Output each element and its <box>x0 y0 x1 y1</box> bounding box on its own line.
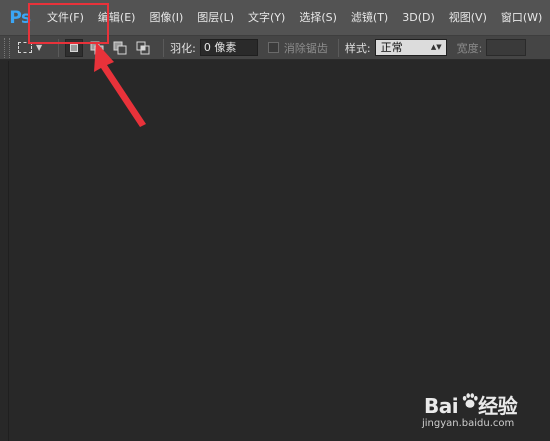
feather-input[interactable]: 0 像素 <box>199 39 258 56</box>
width-label: 宽度: <box>456 41 483 55</box>
menu-window[interactable]: 窗口(W) <box>494 0 549 36</box>
new-selection-icon <box>70 43 79 52</box>
watermark-url: jingyan.baidu.com <box>422 418 515 429</box>
menu-select[interactable]: 选择(S) <box>292 0 344 36</box>
chevron-updown-icon: ▲▼ <box>430 43 442 51</box>
style-select[interactable]: 正常 ▲▼ <box>374 39 447 56</box>
red-arrow-icon <box>94 42 146 127</box>
menu-image[interactable]: 图像(I) <box>142 0 190 36</box>
style-select-value: 正常 <box>380 41 403 54</box>
divider <box>337 38 339 57</box>
divider <box>163 38 165 57</box>
menu-3d[interactable]: 3D(D) <box>395 0 442 36</box>
file-menu-highlight-box <box>28 3 109 44</box>
workspace-edge <box>8 61 9 441</box>
menu-view[interactable]: 视图(V) <box>442 0 494 36</box>
width-input[interactable] <box>486 39 527 56</box>
options-bar-grip[interactable] <box>4 37 10 58</box>
style-label: 样式: <box>344 41 371 55</box>
antialias-checkbox[interactable] <box>267 42 279 53</box>
tool-preset-chevron-icon[interactable]: ▼ <box>36 43 42 52</box>
photoshop-window: Ps 文件(F) 编辑(E) 图像(I) 图层(L) 文字(Y) 选择(S) 滤… <box>0 0 550 441</box>
feather-label: 羽化: <box>170 41 196 55</box>
menu-type[interactable]: 文字(Y) <box>241 0 292 36</box>
menu-layer[interactable]: 图层(L) <box>190 0 241 36</box>
baidu-jingyan-watermark: Bai 经验 jingyan.baidu.com <box>420 384 548 439</box>
menu-filter[interactable]: 滤镜(T) <box>344 0 395 36</box>
antialias-label: 消除锯齿 <box>283 41 328 55</box>
paw-icon <box>462 393 478 408</box>
